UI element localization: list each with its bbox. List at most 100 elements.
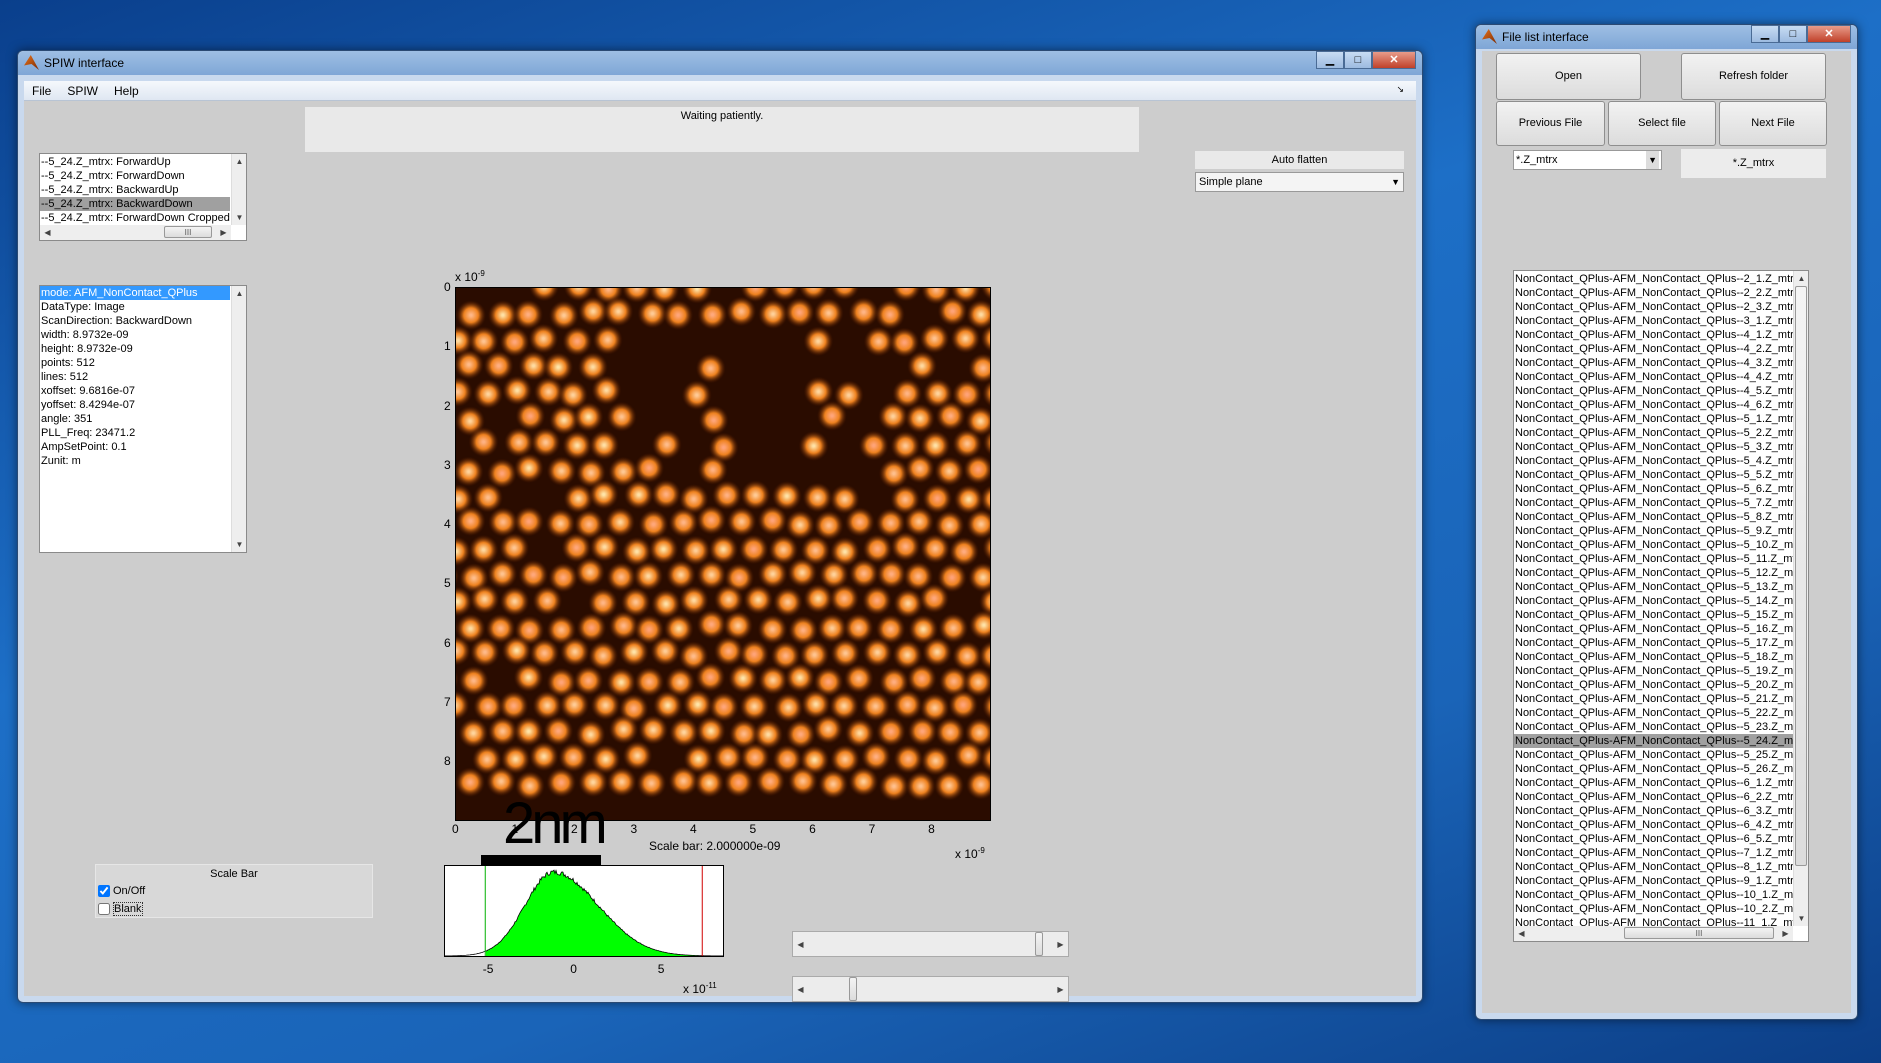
channel-item[interactable]: --5_24.Z_mtrx: ForwardUp	[40, 155, 230, 169]
info-item[interactable]: width: 8.9732e-09	[40, 328, 230, 342]
filter-text[interactable]: *.Z_mtrx	[1681, 149, 1826, 178]
file-item[interactable]: NonContact_QPlus-AFM_NonContact_QPlus--2…	[1514, 300, 1794, 314]
refresh-folder-button[interactable]: Refresh folder	[1681, 53, 1826, 100]
file-item[interactable]: NonContact_QPlus-AFM_NonContact_QPlus--6…	[1514, 832, 1794, 846]
file-item[interactable]: NonContact_QPlus-AFM_NonContact_QPlus--5…	[1514, 706, 1794, 720]
file-item[interactable]: NonContact_QPlus-AFM_NonContact_QPlus--4…	[1514, 328, 1794, 342]
close-button[interactable]: ✕	[1807, 25, 1851, 43]
file-item[interactable]: NonContact_QPlus-AFM_NonContact_QPlus--5…	[1514, 510, 1794, 524]
info-item[interactable]: ScanDirection: BackwardDown	[40, 314, 230, 328]
file-item[interactable]: NonContact_QPlus-AFM_NonContact_QPlus--5…	[1514, 622, 1794, 636]
file-item[interactable]: NonContact_QPlus-AFM_NonContact_QPlus--2…	[1514, 286, 1794, 300]
onoff-checkbox[interactable]: On/Off	[98, 885, 145, 897]
file-id: 2_3	[1743, 301, 1763, 313]
file-item[interactable]: NonContact_QPlus-AFM_NonContact_QPlus--5…	[1514, 580, 1794, 594]
file-item[interactable]: NonContact_QPlus-AFM_NonContact_QPlus--5…	[1514, 762, 1794, 776]
file-item[interactable]: NonContact_QPlus-AFM_NonContact_QPlus--5…	[1514, 454, 1794, 468]
info-item[interactable]: xoffset: 9.6816e-07	[40, 384, 230, 398]
file-item[interactable]: NonContact_QPlus-AFM_NonContact_QPlus--9…	[1514, 874, 1794, 888]
select-file-button[interactable]: Select file	[1608, 101, 1716, 146]
file-item[interactable]: NonContact_QPlus-AFM_NonContact_QPlus--5…	[1514, 636, 1794, 650]
minimize-button[interactable]: ▁	[1751, 25, 1779, 43]
file-hscroll[interactable]: ◀ ▶ III	[1514, 926, 1793, 941]
close-button[interactable]: ✕	[1372, 51, 1416, 69]
file-item[interactable]: NonContact_QPlus-AFM_NonContact_QPlus--5…	[1514, 538, 1794, 552]
file-item[interactable]: NonContact_QPlus-AFM_NonContact_QPlus--7…	[1514, 846, 1794, 860]
file-item[interactable]: NonContact_QPlus-AFM_NonContact_QPlus--4…	[1514, 342, 1794, 356]
file-suffix: .Z_mtrx	[1768, 609, 1794, 621]
file-item[interactable]: NonContact_QPlus-AFM_NonContact_QPlus--5…	[1514, 664, 1794, 678]
file-item[interactable]: NonContact_QPlus-AFM_NonContact_QPlus--5…	[1514, 608, 1794, 622]
file-item[interactable]: NonContact_QPlus-AFM_NonContact_QPlus--5…	[1514, 734, 1794, 748]
file-item[interactable]: NonContact_QPlus-AFM_NonContact_QPlus--1…	[1514, 902, 1794, 916]
channel-item[interactable]: --5_24.Z_mtrx: ForwardDown	[40, 169, 230, 183]
channel-item[interactable]: --5_24.Z_mtrx: BackwardUp	[40, 183, 230, 197]
info-item[interactable]: mode: AFM_NonContact_QPlus	[40, 286, 230, 300]
dock-icon[interactable]: ↘	[1388, 81, 1412, 95]
file-vscroll[interactable]: ▲ ▼	[1793, 271, 1808, 926]
info-item[interactable]: lines: 512	[40, 370, 230, 384]
file-item[interactable]: NonContact_QPlus-AFM_NonContact_QPlus--5…	[1514, 524, 1794, 538]
menu-spiw[interactable]: SPIW	[59, 81, 106, 98]
open-button[interactable]: Open	[1496, 53, 1641, 100]
file-item[interactable]: NonContact_QPlus-AFM_NonContact_QPlus--1…	[1514, 888, 1794, 902]
file-item[interactable]: NonContact_QPlus-AFM_NonContact_QPlus--5…	[1514, 748, 1794, 762]
histogram[interactable]	[444, 865, 724, 957]
file-list[interactable]: NonContact_QPlus-AFM_NonContact_QPlus--2…	[1513, 270, 1809, 942]
info-item[interactable]: points: 512	[40, 356, 230, 370]
file-item[interactable]: NonContact_QPlus-AFM_NonContact_QPlus--6…	[1514, 804, 1794, 818]
file-item[interactable]: NonContact_QPlus-AFM_NonContact_QPlus--4…	[1514, 370, 1794, 384]
info-item[interactable]: Zunit: m	[40, 454, 230, 468]
file-item[interactable]: NonContact_QPlus-AFM_NonContact_QPlus--6…	[1514, 818, 1794, 832]
info-item[interactable]: angle: 351	[40, 412, 230, 426]
channel-item[interactable]: --5_24.Z_mtrx: ForwardDown Cropped	[40, 211, 230, 225]
menu-help[interactable]: Help	[106, 81, 147, 98]
info-item[interactable]: PLL_Freq: 23471.2	[40, 426, 230, 440]
file-item[interactable]: NonContact_QPlus-AFM_NonContact_QPlus--5…	[1514, 468, 1794, 482]
file-item[interactable]: NonContact_QPlus-AFM_NonContact_QPlus--5…	[1514, 678, 1794, 692]
file-item[interactable]: NonContact_QPlus-AFM_NonContact_QPlus--2…	[1514, 272, 1794, 286]
file-item[interactable]: NonContact_QPlus-AFM_NonContact_QPlus--5…	[1514, 482, 1794, 496]
file-item[interactable]: NonContact_QPlus-AFM_NonContact_QPlus--5…	[1514, 412, 1794, 426]
channel-list[interactable]: --5_24.Z_mtrx: ForwardUp --5_24.Z_mtrx: F…	[39, 153, 247, 241]
next-file-button[interactable]: Next File	[1719, 101, 1827, 146]
file-item[interactable]: NonContact_QPlus-AFM_NonContact_QPlus--5…	[1514, 552, 1794, 566]
file-item[interactable]: NonContact_QPlus-AFM_NonContact_QPlus--5…	[1514, 440, 1794, 454]
channel-item[interactable]: --5_24.Z_mtrx: BackwardDown	[40, 197, 230, 211]
file-item[interactable]: NonContact_QPlus-AFM_NonContact_QPlus--5…	[1514, 566, 1794, 580]
info-item[interactable]: AmpSetPoint: 0.1	[40, 440, 230, 454]
file-item[interactable]: NonContact_QPlus-AFM_NonContact_QPlus--5…	[1514, 594, 1794, 608]
lower-limit-slider[interactable]: ◀ ▶	[792, 976, 1069, 1002]
file-item[interactable]: NonContact_QPlus-AFM_NonContact_QPlus--4…	[1514, 356, 1794, 370]
file-item[interactable]: NonContact_QPlus-AFM_NonContact_QPlus--5…	[1514, 720, 1794, 734]
upper-limit-slider[interactable]: ◀ ▶	[792, 931, 1069, 957]
file-item[interactable]: NonContact_QPlus-AFM_NonContact_QPlus--5…	[1514, 692, 1794, 706]
file-item[interactable]: NonContact_QPlus-AFM_NonContact_QPlus--3…	[1514, 314, 1794, 328]
file-item[interactable]: NonContact_QPlus-AFM_NonContact_QPlus--8…	[1514, 860, 1794, 874]
previous-file-button[interactable]: Previous File	[1496, 101, 1605, 146]
afm-image[interactable]	[455, 287, 991, 821]
file-suffix: .Z_mtrx	[1762, 315, 1794, 327]
file-item[interactable]: NonContact_QPlus-AFM_NonContact_QPlus--4…	[1514, 398, 1794, 412]
maximize-button[interactable]: □	[1779, 25, 1807, 43]
filter-dropdown[interactable]: *.Z_mtrx ▼	[1513, 150, 1662, 170]
file-item[interactable]: NonContact_QPlus-AFM_NonContact_QPlus--4…	[1514, 384, 1794, 398]
channel-vscroll[interactable]: ▲ ▼	[231, 154, 246, 225]
info-item[interactable]: DataType: Image	[40, 300, 230, 314]
info-vscroll[interactable]: ▲ ▼	[231, 286, 246, 552]
x-tick-label: 7	[868, 822, 876, 836]
info-item[interactable]: yoffset: 8.4294e-07	[40, 398, 230, 412]
menu-file[interactable]: File	[24, 81, 59, 98]
blank-checkbox[interactable]: Blank	[98, 902, 143, 916]
flatten-dropdown[interactable]: Simple plane ▼	[1195, 172, 1404, 192]
minimize-button[interactable]: ▁	[1316, 51, 1344, 69]
file-item[interactable]: NonContact_QPlus-AFM_NonContact_QPlus--5…	[1514, 426, 1794, 440]
maximize-button[interactable]: □	[1344, 51, 1372, 69]
file-item[interactable]: NonContact_QPlus-AFM_NonContact_QPlus--5…	[1514, 496, 1794, 510]
file-item[interactable]: NonContact_QPlus-AFM_NonContact_QPlus--5…	[1514, 650, 1794, 664]
file-item[interactable]: NonContact_QPlus-AFM_NonContact_QPlus--6…	[1514, 776, 1794, 790]
channel-hscroll[interactable]: ◀ ▶ III	[40, 225, 231, 240]
info-list[interactable]: mode: AFM_NonContact_QPlus DataType: Imag…	[39, 285, 247, 553]
file-item[interactable]: NonContact_QPlus-AFM_NonContact_QPlus--6…	[1514, 790, 1794, 804]
info-item[interactable]: height: 8.9732e-09	[40, 342, 230, 356]
